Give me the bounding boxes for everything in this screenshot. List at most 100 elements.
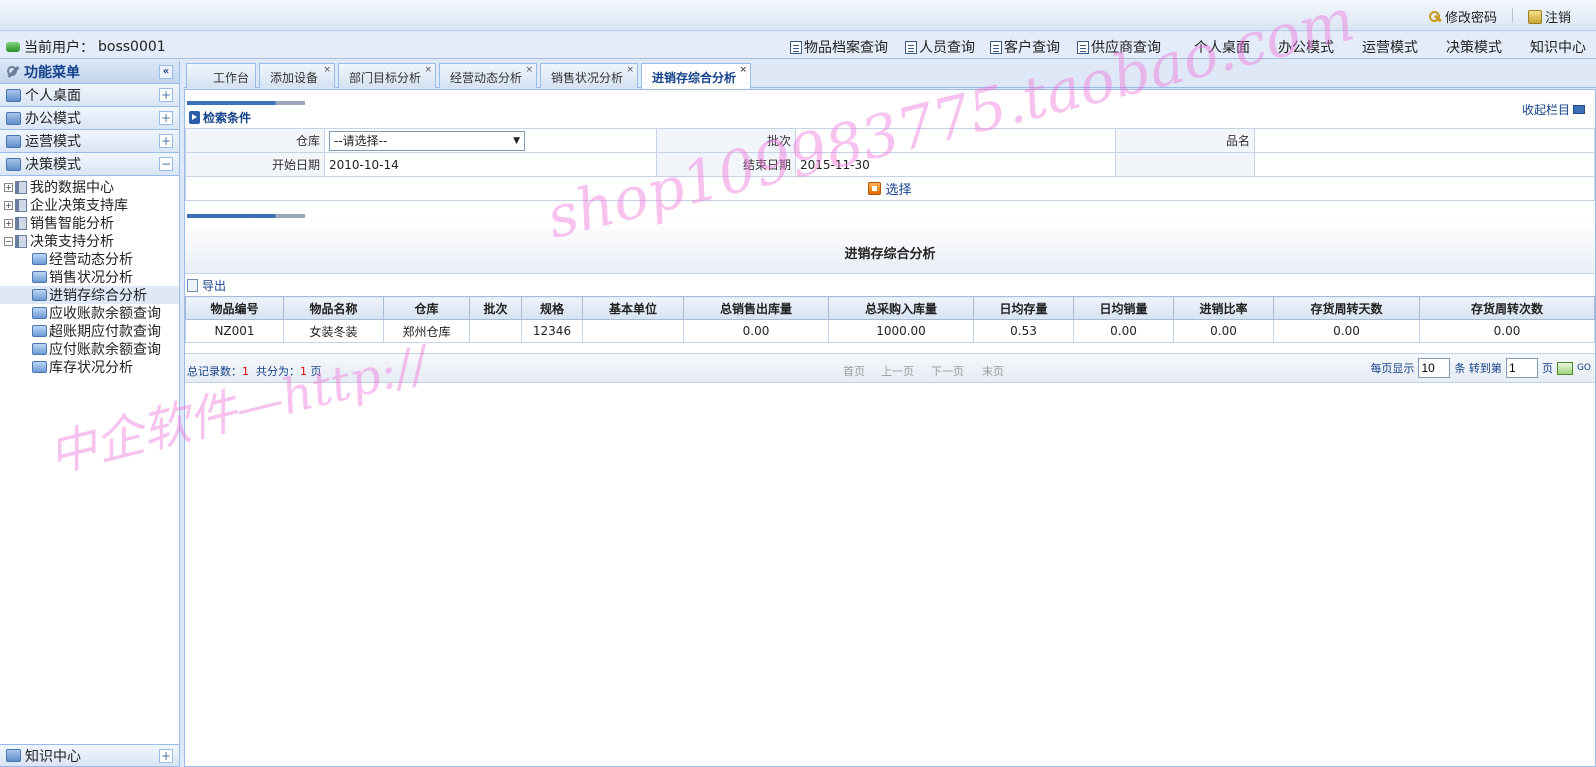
tree-label: 应付账款余额查询 [49,342,161,358]
tab-business-dynamics[interactable]: 经营动态分析 × [439,63,537,88]
table-cell: 0.00 [1073,319,1174,343]
collapse-icon[interactable]: − [159,157,173,171]
nav-item-staff[interactable]: 人员查询 [905,37,975,57]
section-icon [6,157,21,171]
change-password-link[interactable]: 修改密码 [1428,7,1497,26]
expand-icon[interactable]: + [159,134,173,148]
close-icon[interactable]: × [424,65,432,75]
tree-folder-decision-support[interactable]: − 决策支持分析 [0,232,179,250]
sidebar-section-office-mode[interactable]: 办公模式 + [0,107,179,130]
nav-item-operation-mode[interactable]: 运营模式 [1362,37,1418,57]
tree-leaf-stock-status[interactable]: 库存状况分析 [0,358,179,376]
batch-field[interactable] [795,128,1116,153]
nav-item-customer[interactable]: 客户查询 [990,37,1060,57]
goto-label: 条 转到第 [1454,362,1502,375]
expand-icon[interactable]: + [159,749,173,763]
go-button[interactable]: GO [1577,363,1591,373]
table-cell: 0.53 [973,319,1074,343]
column-header: 进销比率 [1173,296,1274,320]
sidebar-title: 功能菜单 [24,65,80,81]
close-icon[interactable]: × [626,65,634,75]
table-cell: 1000.00 [828,319,974,343]
sidebar-section-knowledge-center[interactable]: 知识中心 + [0,744,179,767]
tab-workbench[interactable]: 工作台 [186,63,256,88]
pages-label: 共分为： [256,365,300,378]
tree-leaf-sales-status[interactable]: 销售状况分析 [0,268,179,286]
section-label: 决策模式 [25,157,81,173]
nav-item-label: 知识中心 [1530,40,1586,56]
logout-link[interactable]: 注销 [1528,7,1571,26]
next-page-link[interactable]: 下一页 [931,363,964,379]
report-header: 进销存综合分析 [185,220,1595,274]
tree-expand-icon[interactable]: + [4,218,13,228]
per-page-input[interactable] [1418,358,1451,378]
tree-folder-sales-intelligence[interactable]: + 销售智能分析 [0,214,179,232]
warehouse-select[interactable]: --请选择-- ▼ [329,130,525,151]
goto-page-input[interactable] [1505,358,1538,378]
last-page-link[interactable]: 末页 [982,363,1004,379]
checked-item-icon [32,343,47,355]
end-date-field[interactable]: 2015-11-30 [795,152,1116,177]
nav-item-office-mode[interactable]: 办公模式 [1278,37,1334,57]
tree-expand-icon[interactable]: + [4,200,13,210]
search-section-title: 检索条件 [189,109,251,126]
column-header: 批次 [469,296,522,320]
prev-page-link[interactable]: 上一页 [881,363,914,379]
tree-leaf-receivables-balance[interactable]: 应收账款余额查询 [0,304,179,322]
nav-item-label: 人员查询 [919,40,975,56]
close-icon[interactable]: × [739,65,747,75]
table-cell: 0.00 [1173,319,1274,343]
choose-button[interactable]: 选择 [868,179,912,198]
warehouse-cell: --请选择-- ▼ [324,128,657,153]
sidebar-section-operation-mode[interactable]: 运营模式 + [0,130,179,153]
nav-item-item-archive[interactable]: 物品档案查询 [790,37,888,57]
expand-icon[interactable]: + [159,111,173,125]
expand-icon[interactable]: + [159,88,173,102]
start-date-field[interactable]: 2010-10-14 [324,152,657,177]
go-icon[interactable] [1556,361,1573,375]
column-header: 基本单位 [582,296,684,320]
tree-folder-my-data-center[interactable]: + 我的数据中心 [0,178,179,196]
tab-department-goals[interactable]: 部门目标分析 × [338,63,436,88]
tree-leaf-payables-balance[interactable]: 应付账款余额查询 [0,340,179,358]
table-cell [469,319,522,343]
tree-label: 库存状况分析 [49,360,133,376]
nav-item-label: 物品档案查询 [804,40,888,56]
tree-leaf-inventory-analysis[interactable]: 进销存综合分析 [0,286,179,304]
tab-add-device[interactable]: 添加设备 × [259,63,335,88]
nav-item-supplier[interactable]: 供应商查询 [1077,37,1161,57]
tree-expand-icon[interactable]: + [4,182,13,192]
first-page-link[interactable]: 首页 [843,363,865,379]
sidebar-section-decision-mode[interactable]: 决策模式 − [0,153,179,176]
close-icon[interactable]: × [525,65,533,75]
empty-cell [1254,152,1595,177]
tree-leaf-overdue-payables[interactable]: 超账期应付款查询 [0,322,179,340]
dropdown-arrow-icon: ▼ [513,135,520,146]
search-form: 仓库 --请选择-- ▼ 批次 品名 开始日期 2010-10-14 结束日期 … [185,128,1595,201]
sidebar-collapse-button[interactable]: « [159,65,173,79]
nav-item-decision-mode[interactable]: 决策模式 [1446,37,1502,57]
collapse-section-link[interactable]: 收起栏目 [1522,101,1585,118]
nav-item-knowledge-center[interactable]: 知识中心 [1530,37,1586,57]
close-icon[interactable]: × [323,65,331,75]
tab-sales-status[interactable]: 销售状况分析 × [540,63,638,88]
table-cell: 女装冬装 [283,319,384,343]
nav-item-personal-desktop[interactable]: 个人桌面 [1194,37,1250,57]
tree-collapse-icon[interactable]: − [4,236,13,246]
tree-folder-enterprise-decision-library[interactable]: + 企业决策支持库 [0,196,179,214]
document-icon [1077,40,1089,54]
table-row[interactable]: NZ001 女装冬装 郑州仓库 12346 0.00 1000.00 0.53 … [185,319,1595,343]
section-label: 运营模式 [25,134,81,150]
decision-tree: + 我的数据中心 + 企业决策支持库 + 销售智能分析 − 决策支持分析 经营动… [0,176,179,376]
table-cell: 0.00 [1419,319,1595,343]
column-header: 日均销量 [1073,296,1174,320]
name-field[interactable] [1254,128,1595,153]
tab-inventory-analysis[interactable]: 进销存综合分析 × [641,63,751,89]
checked-item-icon [32,253,47,265]
sidebar-section-personal-desktop[interactable]: 个人桌面 + [0,84,179,107]
tree-leaf-business-dynamics[interactable]: 经营动态分析 [0,250,179,268]
key-icon [1428,10,1442,24]
section-divider [187,214,305,218]
export-button[interactable]: 导出 [187,277,226,294]
section-divider [187,101,305,105]
